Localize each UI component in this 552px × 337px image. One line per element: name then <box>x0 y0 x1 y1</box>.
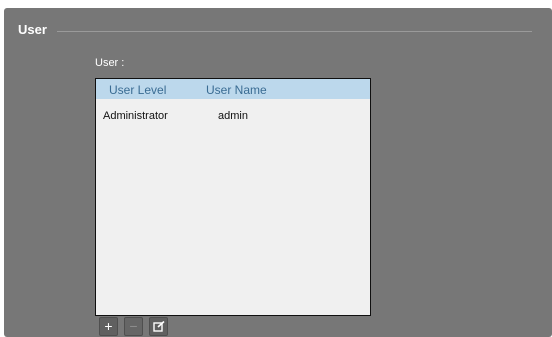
user-list-row[interactable]: Administrator admin <box>96 106 370 124</box>
column-header-user-level[interactable]: User Level <box>109 83 166 97</box>
edit-icon <box>152 321 165 332</box>
user-name-cell: admin <box>218 110 248 122</box>
add-user-button[interactable]: + <box>99 317 118 336</box>
section-divider <box>57 31 532 32</box>
user-list[interactable]: User Level User Name Administrator admin <box>95 78 371 316</box>
edit-user-button[interactable] <box>149 317 168 336</box>
section-title: User <box>18 22 47 37</box>
column-header-user-name[interactable]: User Name <box>206 83 267 97</box>
user-settings-panel: User User : User Level User Name Adminis… <box>4 8 552 337</box>
user-list-header: User Level User Name <box>96 79 370 99</box>
remove-user-button[interactable]: − <box>124 317 143 336</box>
user-list-label: User : <box>95 57 125 69</box>
user-level-cell: Administrator <box>103 110 168 122</box>
